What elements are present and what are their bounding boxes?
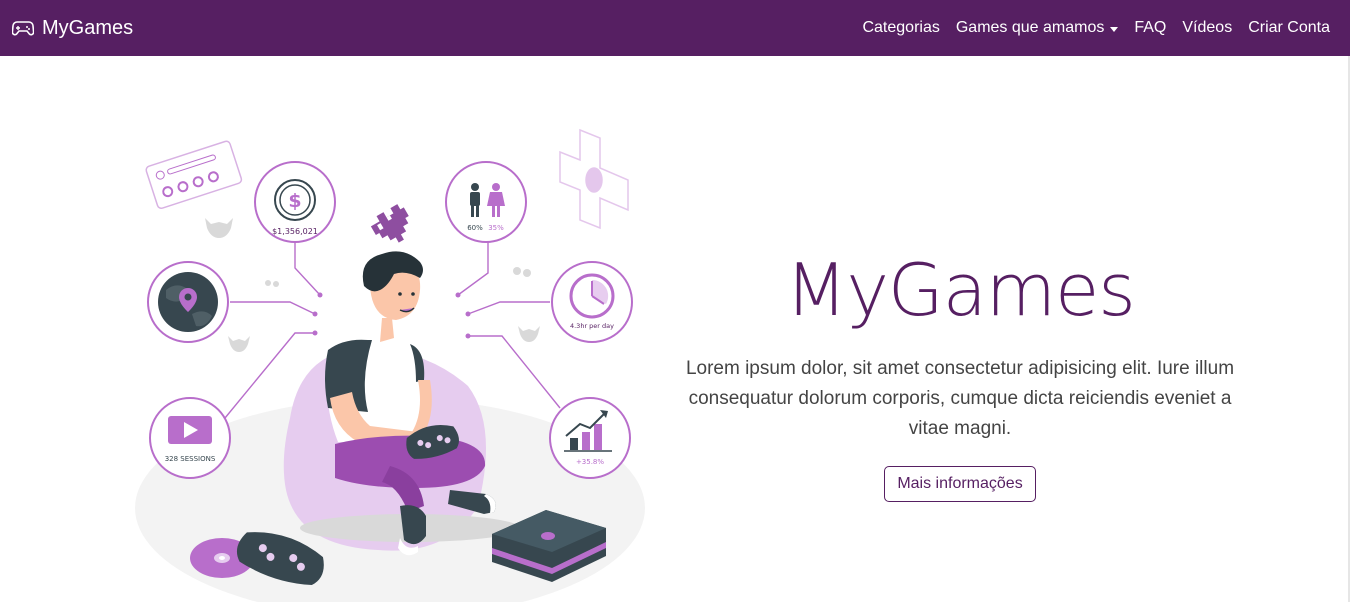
brand-name: MyGames bbox=[42, 16, 134, 39]
dpad-decoration bbox=[559, 128, 629, 230]
female-percent: 35% bbox=[488, 224, 504, 232]
nav-link-label: FAQ bbox=[1134, 19, 1167, 36]
nav-link-faq[interactable]: FAQ bbox=[1126, 11, 1174, 45]
gamepad-icon bbox=[12, 20, 34, 36]
xp-card bbox=[145, 140, 243, 209]
sessions-badge: 328 SESSIONS bbox=[149, 397, 231, 479]
nav-link-label: Vídeos bbox=[1182, 19, 1233, 36]
gamer-illustration: $ $1,356,021 60% 35% 4.3hr per day 328 S… bbox=[135, 128, 645, 602]
more-info-button[interactable]: Mais informações bbox=[884, 466, 1036, 502]
pixel-heart-icon bbox=[370, 204, 409, 243]
nav-link-categorias[interactable]: Categorias bbox=[854, 11, 947, 45]
shoe bbox=[400, 505, 426, 545]
male-percent: 60% bbox=[467, 224, 483, 232]
hero-section: MyGames Lorem ipsum dolor, sit amet cons… bbox=[680, 248, 1240, 502]
nav-link-criar-conta[interactable]: Criar Conta bbox=[1240, 11, 1338, 45]
brand-link[interactable]: MyGames bbox=[12, 17, 133, 40]
globe-badge bbox=[147, 261, 229, 343]
hero-title: MyGames bbox=[785, 248, 1136, 332]
money-label: $1,356,021 bbox=[272, 227, 318, 236]
navbar: MyGames Categorias Games que amamos FAQ … bbox=[0, 0, 1350, 56]
nav-link-label: Categorias bbox=[862, 19, 940, 36]
money-badge: $ $1,356,021 bbox=[254, 161, 336, 243]
caret-down-icon bbox=[1110, 26, 1119, 32]
growth-label: +35.8% bbox=[576, 458, 604, 466]
nav-link-label: Criar Conta bbox=[1248, 19, 1330, 36]
nav-links: Categorias Games que amamos FAQ Vídeos C… bbox=[854, 11, 1338, 45]
nav-link-videos[interactable]: Vídeos bbox=[1174, 11, 1240, 45]
person-head bbox=[362, 251, 423, 342]
sessions-label: 328 SESSIONS bbox=[165, 455, 216, 463]
gender-badge: 60% 35% bbox=[445, 161, 527, 243]
nav-link-label: Games que amamos bbox=[955, 19, 1105, 36]
clock-badge: 4.3hr per day bbox=[551, 261, 633, 343]
growth-badge: +35.8% bbox=[549, 397, 631, 479]
hero-description: Lorem ipsum dolor, sit amet consectetur … bbox=[685, 358, 1235, 439]
svg-text:$: $ bbox=[288, 190, 301, 212]
nav-dropdown-games[interactable]: Games que amamos bbox=[948, 11, 1127, 45]
time-label: 4.3hr per day bbox=[570, 322, 614, 330]
